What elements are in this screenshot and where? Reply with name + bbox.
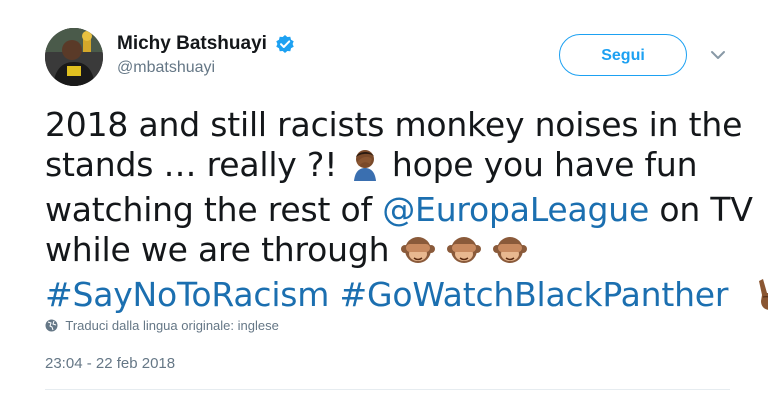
author-handle[interactable]: @mbatshuayi — [117, 59, 295, 77]
globe-icon — [45, 319, 58, 335]
translate-label: Traduci dalla lingua originale: inglese — [65, 318, 279, 333]
mention-link[interactable]: @EuropaLeague — [382, 190, 649, 229]
tweet-text-segment: watching the rest of — [45, 190, 372, 229]
tweet-line-5: #SayNoToRacism #GoWatchBlackPanther — [45, 275, 768, 320]
tweet-text: 2018 and still racists monkey noises in … — [45, 105, 768, 320]
see-no-evil-monkey-icon — [400, 232, 436, 275]
tweet-card: Michy Batshuayi @mbatshuayi Segui 2018 a… — [0, 0, 768, 400]
tweet-line-3: watching the rest of @EuropaLeague on TV — [45, 190, 753, 230]
tweet-line-1: 2018 and still racists monkey noises in … — [45, 105, 743, 144]
see-no-evil-monkey-icon — [446, 232, 482, 275]
tweet-text-segment: stands … really ?! — [45, 145, 338, 184]
divider — [45, 389, 730, 390]
tweet-text-segment: while we are through — [45, 230, 390, 269]
tweet-text-segment: on TV — [659, 190, 753, 229]
victory-hand-emoji-icon — [753, 275, 768, 320]
avatar[interactable] — [45, 28, 103, 86]
see-no-evil-monkey-icon — [492, 232, 528, 275]
tweet-timestamp[interactable]: 23:04 - 22 feb 2018 — [45, 355, 175, 372]
profile-photo-icon — [45, 28, 103, 86]
author-display-name[interactable]: Michy Batshuayi — [117, 33, 267, 55]
tweet-line-4: while we are through — [45, 230, 735, 275]
verified-badge-icon — [275, 34, 295, 54]
tweet-line-2: stands … really ?! hope you have fun — [45, 145, 735, 190]
facepalm-emoji-icon — [348, 147, 382, 190]
hashtag-link[interactable]: #GoWatchBlackPanther — [340, 275, 729, 314]
chevron-down-icon[interactable] — [708, 48, 728, 62]
hashtag-link[interactable]: #SayNoToRacism — [45, 275, 329, 314]
translate-link[interactable]: Traduci dalla lingua originale: inglese — [45, 318, 279, 335]
follow-button[interactable]: Segui — [559, 34, 687, 76]
author-block: Michy Batshuayi @mbatshuayi — [117, 33, 295, 77]
tweet-text-segment: hope you have fun — [391, 145, 698, 184]
